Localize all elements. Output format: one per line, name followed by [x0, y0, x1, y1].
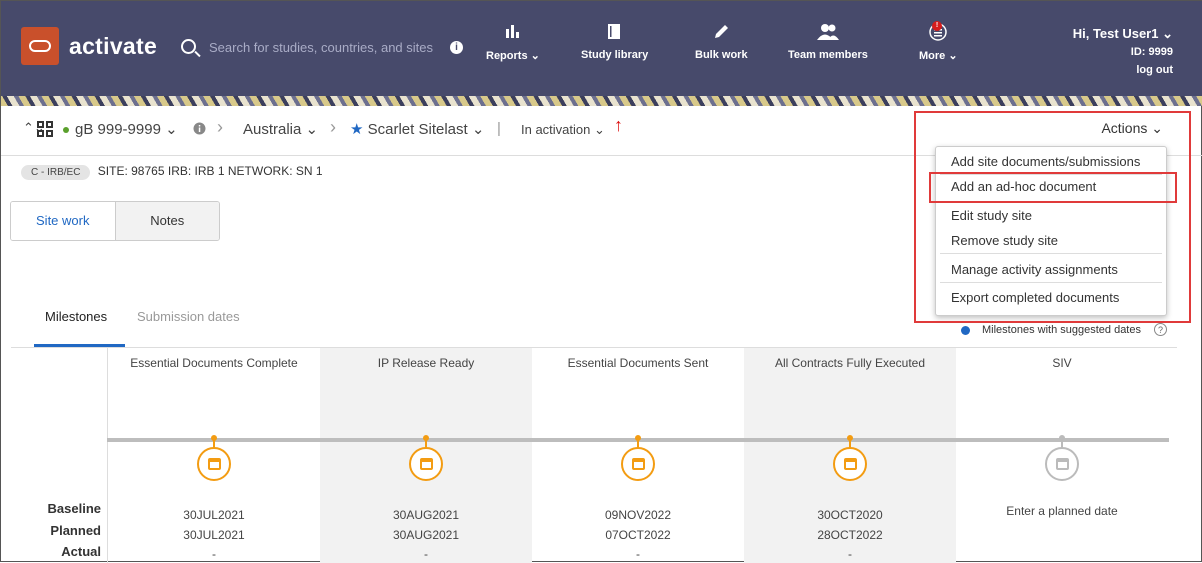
- planned-date: 30AUG2021: [392, 528, 460, 542]
- list-icon: !: [919, 21, 958, 43]
- breadcrumb-site[interactable]: ★ Scarlet Sitelast ⌄: [350, 120, 484, 138]
- divider: |: [497, 120, 501, 137]
- red-up-arrow-icon: ↑: [614, 115, 623, 135]
- grid-switcher-icon[interactable]: [37, 121, 53, 137]
- help-icon[interactable]: ?: [1154, 323, 1168, 336]
- enter-planned-date-link[interactable]: Enter a planned date: [956, 504, 1168, 518]
- status-dot-icon: [63, 127, 69, 134]
- nav-more-label: More: [919, 50, 946, 62]
- nav-team-members-label: Team members: [788, 49, 868, 61]
- favorite-star-icon[interactable]: ★: [350, 121, 363, 138]
- user-greeting[interactable]: Hi, Test User1 ⌄: [1073, 25, 1173, 43]
- book-icon: [581, 23, 648, 43]
- milestone-title: IP Release Ready: [377, 356, 475, 370]
- milestones-legend: Milestones with suggested dates ?: [961, 323, 1168, 336]
- users-icon: [788, 23, 868, 43]
- top-navigation-bar: activate i Reports ⌄ Study library Bulk …: [1, 1, 1202, 96]
- nav-more[interactable]: ! More ⌄: [919, 21, 958, 62]
- actual-date: -: [636, 547, 640, 561]
- search-info-icon[interactable]: i: [450, 41, 463, 54]
- planned-label: Planned: [50, 522, 101, 538]
- milestone-title: SIV: [1052, 356, 1072, 370]
- actual-date: -: [212, 547, 216, 561]
- site-number: SITE: 98765: [97, 164, 165, 178]
- decorative-banner: [1, 96, 1202, 106]
- menu-item-export-completed-documents[interactable]: Export completed documents: [951, 290, 1119, 305]
- baseline-date: 30OCT2020: [817, 508, 883, 522]
- network-value: NETWORK: SN 1: [227, 164, 323, 178]
- tab-notes[interactable]: Notes: [114, 202, 219, 240]
- chevron-down-icon: ⌄: [530, 50, 540, 62]
- global-search-input[interactable]: [207, 36, 447, 58]
- nav-bulk-work-label: Bulk work: [695, 49, 748, 61]
- calendar-icon[interactable]: [409, 447, 443, 481]
- pencil-icon: [695, 23, 748, 43]
- baseline-date: 30JUL2021: [183, 508, 245, 522]
- search-icon: [181, 39, 196, 54]
- calendar-icon[interactable]: [833, 447, 867, 481]
- suggested-date-dot-icon: [961, 325, 970, 335]
- calendar-icon[interactable]: [197, 447, 231, 481]
- calendar-icon[interactable]: [621, 447, 655, 481]
- logout-link[interactable]: log out: [1073, 61, 1173, 79]
- menu-divider: [940, 174, 1162, 175]
- actual-label: Actual: [61, 544, 101, 559]
- calendar-icon[interactable]: [1045, 447, 1079, 481]
- chevron-down-icon: ⌄: [948, 50, 958, 62]
- nav-team-members[interactable]: Team members: [788, 23, 868, 61]
- irb-type-badge: C - IRB/EC: [21, 165, 91, 180]
- notification-badge: !: [932, 21, 942, 31]
- bar-chart-icon: [486, 23, 540, 43]
- irb-value: IRB: IRB 1: [167, 164, 225, 178]
- brand-name[interactable]: activate: [69, 33, 157, 60]
- menu-item-manage-activity-assignments[interactable]: Manage activity assignments: [951, 262, 1118, 277]
- tab-submission-dates[interactable]: Submission dates: [137, 309, 240, 324]
- date-row-labels: Baseline Planned Actual: [21, 498, 101, 563]
- activate-logo-icon[interactable]: [21, 27, 59, 65]
- breadcrumb-study[interactable]: gB 999-9999 ⌄: [63, 120, 178, 138]
- nav-reports-label: Reports: [486, 50, 528, 62]
- user-id: ID: 9999: [1130, 46, 1173, 58]
- view-tabs: Site work Notes: [10, 201, 220, 241]
- milestone-title: Essential Documents Complete: [130, 356, 298, 370]
- menu-item-add-site-documents[interactable]: Add site documents/submissions: [951, 154, 1140, 169]
- nav-study-library[interactable]: Study library: [581, 23, 648, 61]
- menu-divider: [940, 253, 1162, 254]
- planned-date: 30JUL2021: [183, 528, 245, 542]
- menu-item-add-adhoc-document[interactable]: Add an ad-hoc document: [951, 179, 1096, 194]
- menu-item-remove-study-site[interactable]: Remove study site: [951, 233, 1058, 248]
- milestone-title: Essential Documents Sent: [567, 356, 709, 370]
- menu-divider: [940, 282, 1162, 283]
- tab-site-work[interactable]: Site work: [11, 202, 115, 240]
- site-status-dropdown[interactable]: In activation ⌄: [521, 122, 605, 138]
- planned-date: 07OCT2022: [605, 528, 671, 542]
- study-info-icon[interactable]: [193, 122, 206, 139]
- site-tags: C - IRB/EC SITE: 98765 IRB: IRB 1 NETWOR…: [21, 164, 323, 180]
- menu-divider: [940, 201, 1162, 202]
- baseline-label: Baseline: [47, 501, 101, 516]
- actions-menu: Add site documents/submissions Add an ad…: [935, 146, 1167, 316]
- baseline-date: 09NOV2022: [604, 508, 672, 522]
- nav-reports[interactable]: Reports ⌄: [486, 23, 540, 62]
- planned-date: 28OCT2022: [817, 528, 883, 542]
- actions-dropdown-button[interactable]: Actions ⌄: [1101, 120, 1163, 137]
- nav-study-library-label: Study library: [581, 49, 649, 61]
- tab-milestones[interactable]: Milestones: [45, 309, 107, 324]
- actual-date: -: [848, 547, 852, 561]
- chevron-right-icon: ›: [330, 117, 336, 137]
- menu-item-edit-study-site[interactable]: Edit study site: [951, 208, 1032, 223]
- chevron-right-icon: ›: [217, 117, 223, 137]
- baseline-date: 30AUG2021: [392, 508, 460, 522]
- actual-date: -: [424, 547, 428, 561]
- breadcrumb-country[interactable]: Australia ⌄: [243, 120, 318, 138]
- milestone-title: All Contracts Fully Executed: [774, 356, 926, 370]
- nav-bulk-work[interactable]: Bulk work: [695, 23, 748, 61]
- user-menu[interactable]: Hi, Test User1 ⌄ ID: 9999 log out: [1073, 25, 1173, 79]
